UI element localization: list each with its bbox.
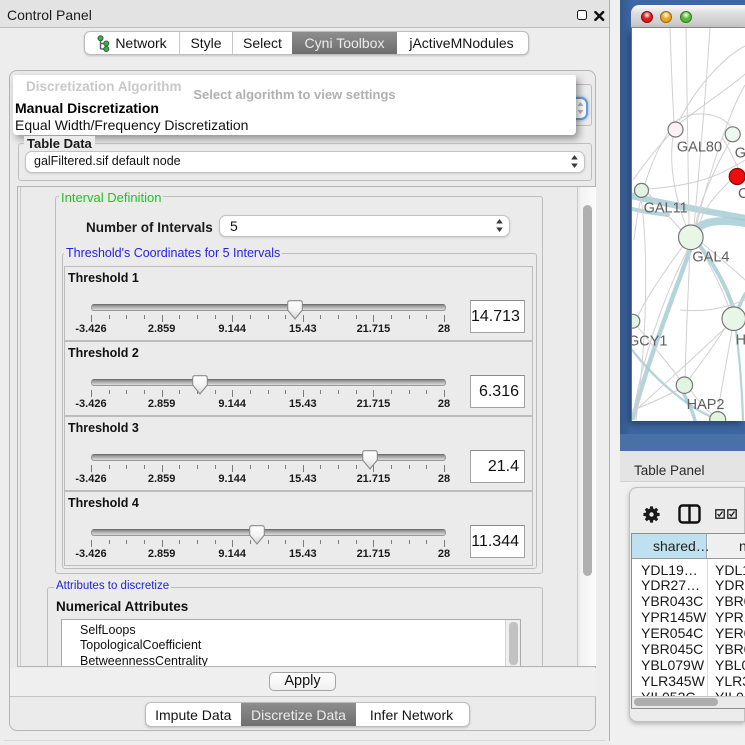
svg-text:GCY1: GCY1: [632, 334, 668, 350]
svg-text:GAL80: GAL80: [677, 140, 722, 156]
svg-text:HAP2: HAP2: [687, 397, 725, 413]
svg-text:GAL4: GAL4: [692, 250, 729, 266]
svg-text:CD: CD: [738, 186, 745, 202]
svg-text:GA: GA: [735, 146, 745, 162]
svg-text:HA: HA: [736, 332, 745, 348]
svg-text:GAL11: GAL11: [644, 201, 688, 217]
